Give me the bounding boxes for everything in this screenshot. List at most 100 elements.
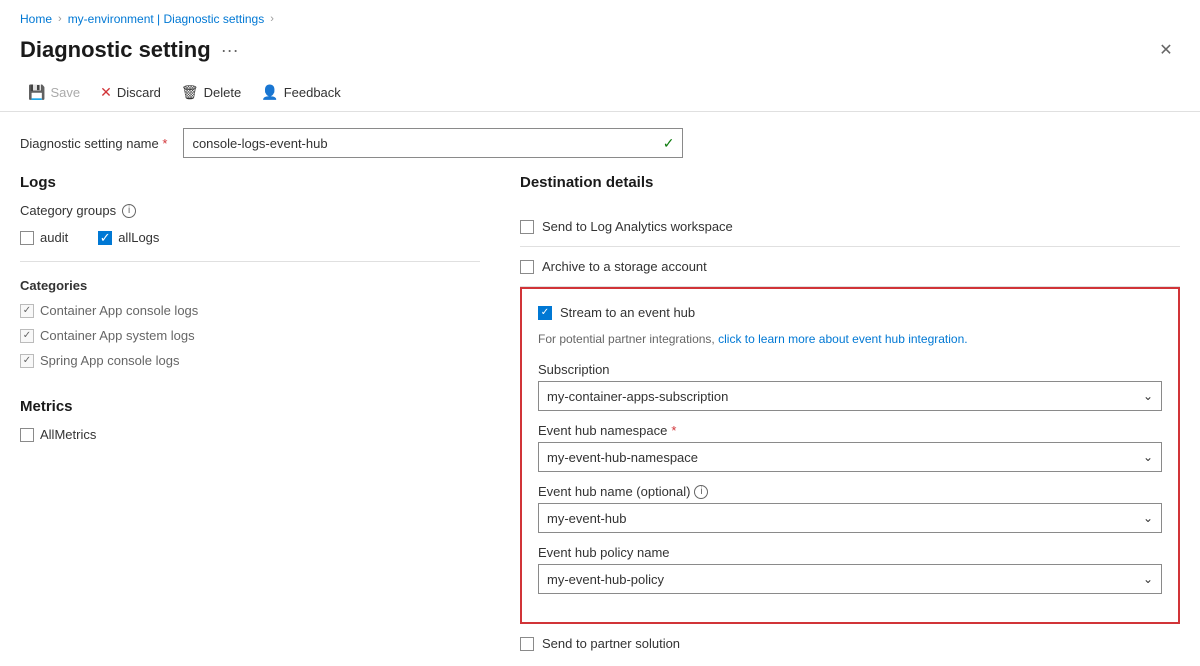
- namespace-required: *: [671, 423, 676, 438]
- audit-label: audit: [40, 230, 68, 245]
- log-analytics-option: Send to Log Analytics workspace: [520, 207, 1180, 247]
- spring-logs-checkbox[interactable]: ✓: [20, 354, 34, 368]
- main-content: Logs Category groups i audit ✓ allLogs C…: [0, 174, 1200, 666]
- setting-name-input[interactable]: console-logs-event-hub ✓: [183, 128, 683, 158]
- logs-title: Logs: [20, 174, 480, 191]
- spring-logs-label: Spring App console logs: [40, 353, 179, 368]
- hub-name-field: Event hub name (optional) i my-event-hub…: [538, 484, 1162, 533]
- namespace-label: Event hub namespace *: [538, 423, 1162, 438]
- subscription-select[interactable]: my-container-apps-subscription ⌄: [538, 381, 1162, 411]
- alllogs-label: allLogs: [118, 230, 159, 245]
- namespace-field: Event hub namespace * my-event-hub-names…: [538, 423, 1162, 472]
- log-analytics-checkbox[interactable]: [520, 220, 534, 234]
- allmetrics-checkbox-item: AllMetrics: [20, 427, 480, 442]
- setting-name-row: Diagnostic setting name * console-logs-e…: [0, 128, 1200, 174]
- save-label: Save: [50, 85, 80, 100]
- system-logs-checkbox[interactable]: ✓: [20, 329, 34, 343]
- category-groups-label: Category groups: [20, 203, 116, 218]
- right-panel: Destination details Send to Log Analytic…: [520, 174, 1180, 666]
- partner-info-link[interactable]: click to learn more about event hub inte…: [718, 332, 967, 346]
- delete-icon: 🗑: [181, 84, 199, 101]
- checkmark-icon: ✓: [663, 135, 675, 152]
- hub-name-info-icon[interactable]: i: [694, 485, 708, 499]
- system-logs-label: Container App system logs: [40, 328, 195, 343]
- namespace-select[interactable]: my-event-hub-namespace ⌄: [538, 442, 1162, 472]
- categories-section: Categories ✓ Container App console logs …: [20, 278, 480, 368]
- spring-logs-check-icon: ✓: [23, 355, 31, 366]
- policy-name-dropdown-icon: ⌄: [1143, 572, 1153, 586]
- allmetrics-checkbox[interactable]: [20, 428, 34, 442]
- close-button[interactable]: ✕: [1152, 36, 1180, 64]
- categories-title: Categories: [20, 278, 480, 293]
- hub-name-select[interactable]: my-event-hub ⌄: [538, 503, 1162, 533]
- policy-name-field: Event hub policy name my-event-hub-polic…: [538, 545, 1162, 594]
- title-bar: Diagnostic setting ··· ✕: [0, 32, 1200, 74]
- category-item-1: ✓ Container App system logs: [20, 328, 480, 343]
- required-star: *: [162, 136, 167, 151]
- subscription-value: my-container-apps-subscription: [547, 389, 728, 404]
- subscription-label: Subscription: [538, 362, 1162, 377]
- partner-info-text: For potential partner integrations,: [538, 332, 715, 346]
- discard-button[interactable]: ✕ Discard: [92, 80, 169, 105]
- policy-name-select[interactable]: my-event-hub-policy ⌄: [538, 564, 1162, 594]
- setting-name-value: console-logs-event-hub: [192, 136, 327, 151]
- delete-label: Delete: [204, 85, 242, 100]
- partner-solution-option: Send to partner solution: [520, 624, 1180, 663]
- system-logs-check-icon: ✓: [23, 330, 31, 341]
- subscription-dropdown-icon: ⌄: [1143, 389, 1153, 403]
- feedback-button[interactable]: 👤 Feedback: [253, 80, 349, 105]
- metrics-section: Metrics AllMetrics: [20, 398, 480, 442]
- hub-name-value: my-event-hub: [547, 511, 626, 526]
- category-groups-checkboxes: audit ✓ allLogs: [20, 230, 480, 245]
- event-hub-header: ✓ Stream to an event hub: [538, 305, 1162, 320]
- destination-title: Destination details: [520, 174, 1180, 191]
- discard-icon: ✕: [100, 84, 112, 101]
- breadcrumb-sep-1: ›: [58, 13, 62, 25]
- storage-account-checkbox[interactable]: [520, 260, 534, 274]
- alllogs-checkbox-item: ✓ allLogs: [98, 230, 159, 245]
- audit-checkbox[interactable]: [20, 231, 34, 245]
- category-item-2: ✓ Spring App console logs: [20, 353, 480, 368]
- category-groups-row: Category groups i: [20, 203, 480, 218]
- subscription-field: Subscription my-container-apps-subscript…: [538, 362, 1162, 411]
- partner-info: For potential partner integrations, clic…: [538, 332, 1162, 346]
- left-panel: Logs Category groups i audit ✓ allLogs C…: [20, 174, 480, 666]
- save-button[interactable]: 💾 Save: [20, 80, 88, 105]
- category-item-0: ✓ Container App console logs: [20, 303, 480, 318]
- hub-name-dropdown-icon: ⌄: [1143, 511, 1153, 525]
- storage-account-label: Archive to a storage account: [542, 259, 707, 274]
- delete-button[interactable]: 🗑 Delete: [173, 80, 249, 105]
- breadcrumb-environment[interactable]: my-environment | Diagnostic settings: [68, 12, 265, 26]
- title-ellipsis[interactable]: ···: [221, 40, 239, 61]
- console-logs-checkbox[interactable]: ✓: [20, 304, 34, 318]
- category-groups-info-icon[interactable]: i: [122, 204, 136, 218]
- console-logs-label: Container App console logs: [40, 303, 198, 318]
- log-analytics-label: Send to Log Analytics workspace: [542, 219, 733, 234]
- page-container: Home › my-environment | Diagnostic setti…: [0, 0, 1200, 666]
- feedback-label: Feedback: [284, 85, 341, 100]
- page-title: Diagnostic setting: [20, 37, 211, 63]
- console-logs-check-icon: ✓: [23, 305, 31, 316]
- logs-divider: [20, 261, 480, 262]
- partner-solution-checkbox[interactable]: [520, 637, 534, 651]
- title-bar-left: Diagnostic setting ···: [20, 37, 239, 63]
- metrics-title: Metrics: [20, 398, 480, 415]
- policy-name-label: Event hub policy name: [538, 545, 1162, 560]
- partner-solution-label: Send to partner solution: [542, 636, 680, 651]
- namespace-dropdown-icon: ⌄: [1143, 450, 1153, 464]
- breadcrumb-home[interactable]: Home: [20, 12, 52, 26]
- discard-label: Discard: [117, 85, 161, 100]
- event-hub-label: Stream to an event hub: [560, 305, 695, 320]
- storage-account-option: Archive to a storage account: [520, 247, 1180, 287]
- breadcrumb-sep-2: ›: [270, 13, 274, 25]
- audit-checkbox-item: audit: [20, 230, 68, 245]
- policy-name-value: my-event-hub-policy: [547, 572, 664, 587]
- event-hub-checkbox[interactable]: ✓: [538, 306, 552, 320]
- save-icon: 💾: [28, 84, 45, 101]
- alllogs-checkbox[interactable]: ✓: [98, 231, 112, 245]
- toolbar: 💾 Save ✕ Discard 🗑 Delete 👤 Feedback: [0, 74, 1200, 112]
- feedback-icon: 👤: [261, 84, 278, 101]
- event-hub-section: ✓ Stream to an event hub For potential p…: [520, 287, 1180, 624]
- breadcrumb: Home › my-environment | Diagnostic setti…: [0, 0, 1200, 32]
- namespace-value: my-event-hub-namespace: [547, 450, 698, 465]
